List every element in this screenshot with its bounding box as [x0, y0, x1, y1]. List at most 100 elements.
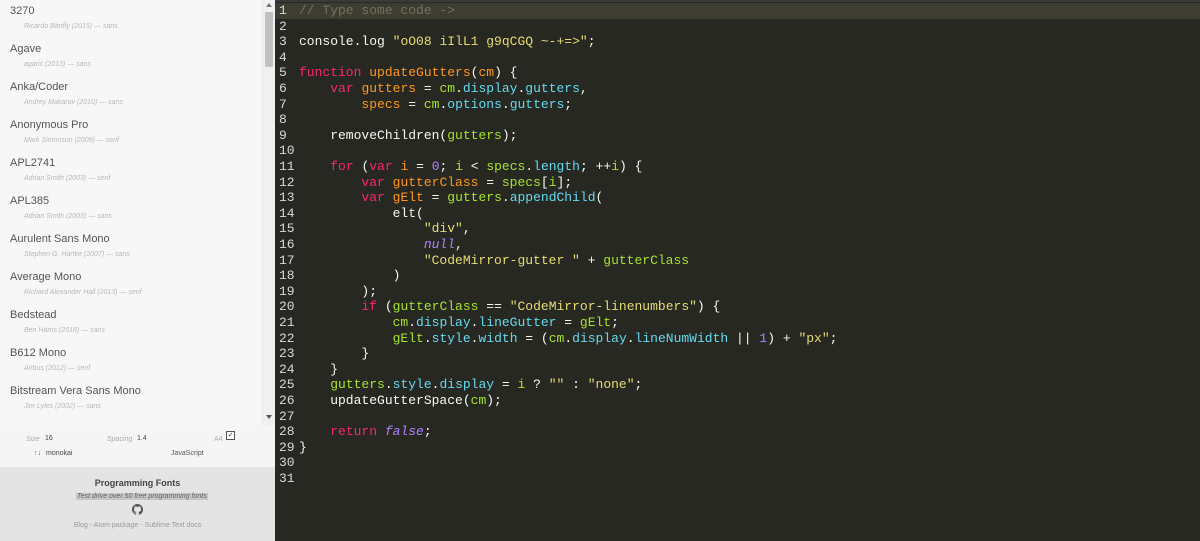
code-token: } [299, 361, 339, 377]
code-line[interactable]: 13 var gElt = gutters.appendChild( [275, 190, 603, 206]
code-editor[interactable]: 1 // Type some code -> 2 3 console.log "oO08… [275, 0, 1200, 541]
footer-link[interactable]: Atom package [94, 522, 139, 529]
font-name: Anonymous Pro [10, 119, 89, 131]
code-text: var gutters = cm.display.gutters, [299, 81, 588, 96]
size-input[interactable]: 16 [45, 435, 53, 442]
code-line[interactable]: 14 elt( [275, 206, 424, 222]
code-line[interactable]: 1 // Type some code -> [275, 3, 1200, 19]
font-list-scrollbar[interactable] [262, 0, 275, 425]
code-line[interactable]: 3 console.log "oO08 iIlL1 g9qCGQ ~-+=>"; [275, 34, 596, 50]
a4-checkbox[interactable]: ✓ [226, 431, 235, 440]
theme-select[interactable]: monokai [46, 450, 72, 457]
code-line[interactable]: 31 [275, 471, 299, 487]
code-line[interactable]: 9 removeChildren(gutters); [275, 128, 517, 144]
spacing-input[interactable]: 1.4 [137, 435, 147, 442]
theme-cycle-arrows-icon[interactable]: ↑↓ [34, 450, 41, 457]
line-number: 14 [279, 205, 295, 221]
font-list-item[interactable]: Agave agaric (2013) — sans [0, 38, 262, 76]
code-line[interactable]: 24 } [275, 362, 338, 378]
font-list-item[interactable]: B612 Mono Airbus (2012) — serif [0, 342, 262, 380]
line-number: 1 [279, 3, 287, 18]
code-line[interactable]: 10 [275, 143, 299, 159]
font-name: APL2741 [10, 157, 56, 169]
code-token: [ [540, 174, 549, 190]
code-line[interactable]: 28 return false; [275, 424, 432, 440]
code-token: gutters [509, 96, 565, 112]
editor-top-border [275, 0, 1200, 2]
font-list-item[interactable]: Anka/Coder Andrey Makarov (2010) — sans [0, 76, 262, 114]
code-token: } [299, 346, 370, 362]
code-line[interactable]: 5 function updateGutters(cm) { [275, 65, 517, 81]
code-token: ; [829, 330, 838, 346]
code-line[interactable]: 29} [275, 440, 307, 456]
code-line[interactable]: 22 gElt.style.width = (cm.display.lineNu… [275, 331, 837, 347]
code-text: for (var i = 0; i < specs.length; ++i) { [299, 159, 642, 174]
font-meta: Jim Lyles (2002) — sans [24, 403, 101, 410]
code-line[interactable]: 11 for (var i = 0; i < specs.length; ++i… [275, 159, 642, 175]
line-number: 11 [279, 159, 295, 174]
footer-link[interactable]: Sublime Text docs [145, 522, 202, 529]
code-token: = [556, 315, 580, 330]
code-token: , [455, 237, 463, 252]
code-line[interactable]: 27 [275, 409, 299, 425]
font-meta: Mark Simonson (2009) — serif [24, 137, 119, 144]
code-token: ; ++ [579, 159, 612, 174]
footer-link[interactable]: Blog [74, 522, 88, 529]
font-list-item[interactable]: Bedstead Ben Harris (2018) — sans [0, 304, 262, 342]
code-line[interactable]: 2 [275, 19, 299, 35]
code-line[interactable]: 15 "div", [275, 221, 471, 237]
scroll-up-arrow-icon[interactable] [266, 3, 272, 7]
code-token: gutters [447, 190, 502, 206]
code-line[interactable]: 18 ) [275, 268, 400, 284]
code-token: "px" [798, 330, 830, 346]
font-list-item[interactable]: Anonymous Pro Mark Simonson (2009) — seri… [0, 114, 262, 152]
code-line[interactable]: 23 } [275, 346, 369, 362]
code-token: lineGutter [478, 315, 557, 330]
code-token: ) [299, 268, 401, 284]
code-text: // Type some code -> [299, 3, 455, 18]
line-number: 4 [279, 49, 287, 65]
font-list-item[interactable]: APL2741 Adrian Smith (2003) — serif [0, 152, 262, 190]
code-line[interactable]: 12 var gutterClass = specs[i]; [275, 175, 572, 191]
code-line[interactable]: 17 "CodeMirror-gutter " + gutterClass [275, 253, 689, 269]
code-line[interactable]: 6 var gutters = cm.display.gutters, [275, 81, 588, 97]
font-list-item[interactable]: Bitstream Vera Sans Mono Jim Lyles (2002)… [0, 380, 262, 418]
code-token: cm [470, 393, 487, 408]
language-select[interactable]: JavaScript [171, 450, 204, 457]
code-token: ; [587, 34, 596, 50]
github-icon[interactable] [132, 504, 143, 515]
code-text: "CodeMirror-gutter " + gutterClass [299, 253, 689, 268]
code-line[interactable]: 4 [275, 50, 299, 66]
line-number: 28 [279, 424, 295, 440]
scrollbar-thumb[interactable] [265, 12, 273, 67]
font-list-item[interactable]: Average Mono Richard Alexander Hall (2013… [0, 266, 262, 304]
font-list-item[interactable]: Aurulent Sans Mono Stephen G. Hartke (200… [0, 228, 262, 266]
scroll-down-arrow-icon[interactable] [266, 415, 272, 419]
code-line[interactable]: 25 gutters.style.display = i ? "" : "non… [275, 377, 642, 393]
code-token: < [462, 159, 487, 174]
code-line[interactable]: 30 [275, 455, 299, 471]
code-line[interactable]: 26 updateGutterSpace(cm); [275, 393, 502, 409]
line-number: 3 [279, 34, 287, 50]
code-token: gutters [330, 377, 385, 393]
font-list-item[interactable]: 3270 Ricardo Bánffy (2015) — sans [0, 0, 262, 38]
code-token: i [548, 174, 557, 190]
code-token: specs [501, 174, 541, 190]
code-line[interactable]: 7 specs = cm.options.gutters; [275, 97, 572, 113]
code-token: for [330, 159, 362, 174]
code-line[interactable]: 21 cm.display.lineGutter = gElt; [275, 315, 619, 331]
code-token: cm [548, 330, 565, 346]
code-token: updateGutters [369, 65, 471, 81]
code-token: ) { [494, 65, 518, 81]
code-line[interactable]: 16 null, [275, 237, 463, 253]
code-line[interactable]: 19 ); [275, 284, 377, 300]
code-line[interactable]: 8 [275, 112, 299, 128]
code-token: lineNumWidth [634, 330, 729, 346]
code-token: = [478, 174, 502, 190]
font-list-item[interactable]: APL385 Adrian Smith (2003) — sans [0, 190, 262, 228]
code-line[interactable]: 20 if (gutterClass == "CodeMirror-linenu… [275, 299, 720, 315]
code-token: == [478, 299, 510, 315]
code-token: ]; [556, 174, 573, 190]
